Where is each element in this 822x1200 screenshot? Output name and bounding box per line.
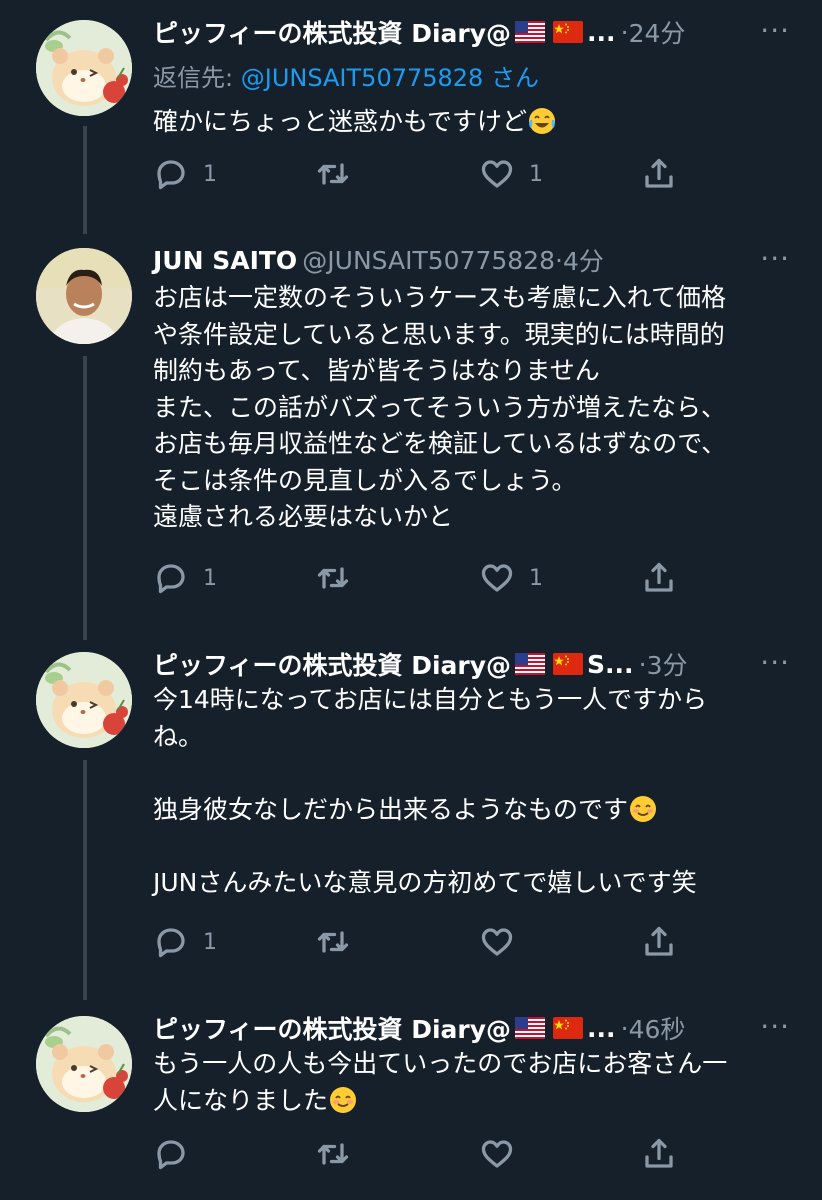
tweet-text-content: 確かにちょっと迷惑かもですけど <box>153 107 528 136</box>
share-button[interactable] <box>641 922 677 962</box>
separator: · <box>620 1013 629 1043</box>
like-button[interactable] <box>479 1134 515 1174</box>
avatar[interactable] <box>36 652 132 748</box>
reply-count: 1 <box>203 565 217 591</box>
retweet-button[interactable] <box>315 922 351 962</box>
reply-icon <box>153 924 189 960</box>
tweet[interactable]: ピッフィーの株式投資 Diary@ S... ·3分 ··· 今14時になってお店… <box>0 632 822 992</box>
avatar[interactable] <box>36 20 132 116</box>
mention-suffix: さん <box>490 64 539 92</box>
more-options-icon[interactable]: ··· <box>760 242 790 275</box>
tweet[interactable]: ピッフィーの株式投資 Diary@... ·24分 ··· 返信先: @JUNS… <box>0 0 822 220</box>
display-name[interactable]: JUN SAITO <box>153 246 297 275</box>
reply-button[interactable]: 1 <box>153 558 217 598</box>
name-ellipsis: S... <box>587 649 634 679</box>
china-flag-icon <box>553 1017 583 1039</box>
timestamp[interactable]: 3分 <box>647 646 688 682</box>
separator: · <box>620 17 629 47</box>
smiling-face-icon <box>628 794 658 824</box>
reply-icon <box>153 1136 189 1172</box>
heart-icon <box>479 924 515 960</box>
more-options-icon[interactable]: ··· <box>760 1010 790 1043</box>
like-count: 1 <box>529 161 543 187</box>
smiling-face-icon <box>328 1085 358 1115</box>
tweet-text-content: もう一人の人も今出ていったのでお店にお客さん一 人になりました <box>153 1049 728 1115</box>
share-icon <box>641 924 677 960</box>
heart-icon <box>479 156 515 192</box>
tweet-actions: 1 1 <box>153 558 683 598</box>
share-icon <box>641 1136 677 1172</box>
reply-count: 1 <box>203 929 217 955</box>
reply-icon <box>153 156 189 192</box>
retweet-icon <box>315 560 351 596</box>
name-ellipsis: ... <box>587 1013 616 1043</box>
like-count: 1 <box>529 565 543 591</box>
retweet-icon <box>315 924 351 960</box>
replying-to-label: 返信先: <box>153 64 234 92</box>
reply-icon <box>153 560 189 596</box>
tweet-header: ピッフィーの株式投資 Diary@... ·24分 ··· <box>153 14 790 50</box>
tweet-text: 今14時になってお店には自分ともう一人ですから ね。 独身彼女なしだから出来るよ… <box>153 682 792 901</box>
like-button[interactable] <box>479 922 515 962</box>
tweet-text-part-1: 今14時になってお店には自分ともう一人ですから ね。 独身彼女なしだから出来るよ… <box>153 685 708 824</box>
us-flag-icon <box>515 653 545 675</box>
china-flag-icon <box>553 653 583 675</box>
tweet[interactable]: JUN SAITO @JUNSAIT50775828·4分 ··· お店は一定数… <box>0 228 822 628</box>
replying-to: 返信先: @JUNSAIT50775828 さん <box>153 58 539 93</box>
tweet-header: ピッフィーの株式投資 Diary@... ·46秒 ··· <box>153 1010 790 1046</box>
us-flag-icon <box>515 21 545 43</box>
tweet-text: もう一人の人も今出ていったのでお店にお客さん一 人になりました <box>153 1046 792 1119</box>
retweet-button[interactable] <box>315 558 351 598</box>
like-button[interactable]: 1 <box>479 558 543 598</box>
reply-button[interactable] <box>153 1134 189 1174</box>
tweet-text: 確かにちょっと迷惑かもですけど <box>153 104 792 141</box>
more-options-icon[interactable]: ··· <box>760 14 790 47</box>
name-ellipsis: ... <box>587 17 616 47</box>
user-handle[interactable]: @JUNSAIT50775828 <box>302 246 555 275</box>
heart-icon <box>479 560 515 596</box>
tweet-text-part-2: JUNさんみたいな意見の方初めてで嬉しいです笑 <box>153 867 697 897</box>
display-name[interactable]: ピッフィーの株式投資 Diary@ <box>153 1010 511 1046</box>
tweet-header: JUN SAITO @JUNSAIT50775828·4分 ··· <box>153 242 790 278</box>
like-button[interactable]: 1 <box>479 154 543 194</box>
timestamp[interactable]: 4分 <box>563 242 604 278</box>
share-button[interactable] <box>641 154 677 194</box>
tweet-text: お店は一定数のそういうケースも考慮に入れて価格 や条件設定していると思います。現… <box>153 283 727 531</box>
tweet[interactable]: ピッフィーの株式投資 Diary@... ·46秒 ··· もう一人の人も今出て… <box>0 996 822 1196</box>
display-name[interactable]: ピッフィーの株式投資 Diary@ <box>153 646 511 682</box>
separator: · <box>555 245 563 275</box>
share-button[interactable] <box>641 558 677 598</box>
share-button[interactable] <box>641 1134 677 1174</box>
timestamp[interactable]: 46秒 <box>629 1010 686 1046</box>
separator: · <box>638 649 647 679</box>
retweet-button[interactable] <box>315 154 351 194</box>
avatar[interactable] <box>36 248 132 344</box>
reply-button[interactable]: 1 <box>153 154 217 194</box>
reply-button[interactable]: 1 <box>153 922 217 962</box>
share-icon <box>641 156 677 192</box>
retweet-button[interactable] <box>315 1134 351 1174</box>
retweet-icon <box>315 156 351 192</box>
display-name[interactable]: ピッフィーの株式投資 Diary@ <box>153 14 511 50</box>
avatar[interactable] <box>36 1016 132 1112</box>
china-flag-icon <box>553 21 583 43</box>
face-with-tears-of-joy-icon <box>527 106 557 136</box>
retweet-icon <box>315 1136 351 1172</box>
tweet-actions: 1 <box>153 922 683 962</box>
timestamp[interactable]: 24分 <box>629 14 686 50</box>
more-options-icon[interactable]: ··· <box>760 646 790 679</box>
heart-icon <box>479 1136 515 1172</box>
mention-link[interactable]: @JUNSAIT50775828 <box>241 64 484 92</box>
tweet-header: ピッフィーの株式投資 Diary@ S... ·3分 ··· <box>153 646 790 682</box>
us-flag-icon <box>515 1017 545 1039</box>
share-icon <box>641 560 677 596</box>
tweet-actions: 1 1 <box>153 154 683 194</box>
reply-count: 1 <box>203 161 217 187</box>
tweet-actions <box>153 1134 683 1174</box>
